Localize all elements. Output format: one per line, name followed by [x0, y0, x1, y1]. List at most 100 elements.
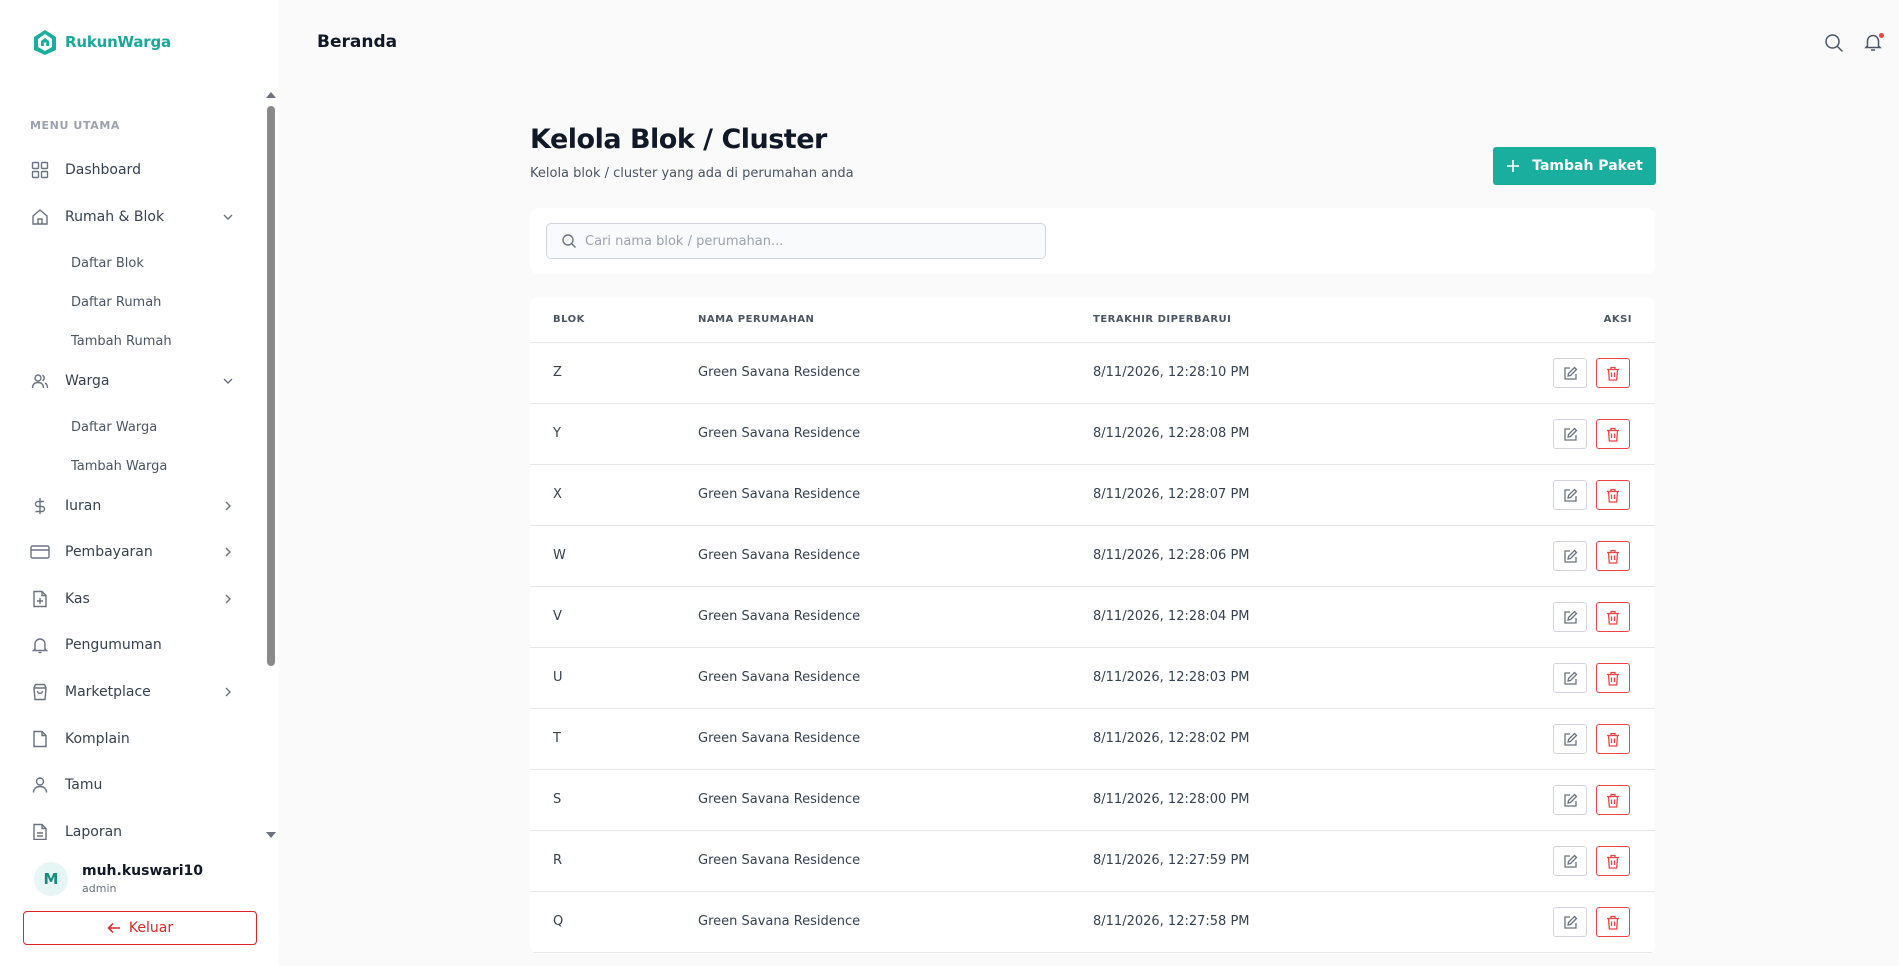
- sidebar-item-label: Pengumuman: [65, 637, 162, 653]
- cell-terakhir-diperbarui: 8/11/2026, 12:28:07 PM: [1093, 487, 1250, 502]
- delete-button[interactable]: [1596, 846, 1630, 876]
- home-icon: [30, 207, 50, 227]
- trash-icon: [1607, 366, 1619, 381]
- column-header-blok: BLOK: [553, 314, 585, 325]
- credit-card-icon: [30, 542, 50, 562]
- sidebar-item-label: Pembayaran: [65, 544, 153, 560]
- trash-icon: [1607, 854, 1619, 869]
- sidebar-item-label: Laporan: [65, 824, 123, 840]
- blok-table: BLOK NAMA PERUMAHAN TERAKHIR DIPERBARUI …: [530, 297, 1655, 954]
- chevron-right-icon: [225, 547, 231, 557]
- sidebar-item-marketplace[interactable]: Marketplace: [30, 677, 235, 707]
- delete-button[interactable]: [1596, 663, 1630, 693]
- sidebar-item-warga[interactable]: Warga: [30, 366, 235, 396]
- delete-button[interactable]: [1596, 602, 1630, 632]
- user-name: muh.kuswari10: [82, 863, 204, 879]
- sidebar-scrollbar[interactable]: [266, 92, 276, 838]
- chevron-right-icon: [225, 687, 231, 697]
- delete-button[interactable]: [1596, 541, 1630, 571]
- edit-button[interactable]: [1553, 846, 1587, 876]
- cell-blok: X: [553, 487, 562, 502]
- cell-terakhir-diperbarui: 8/11/2026, 12:28:04 PM: [1093, 609, 1250, 624]
- sidebar-subitem-daftar-blok[interactable]: Daftar Blok: [71, 254, 144, 274]
- edit-icon: [1563, 671, 1577, 685]
- chevron-down-icon: [223, 378, 233, 384]
- cell-nama-perumahan: Green Savana Residence: [698, 426, 861, 441]
- edit-icon: [1563, 793, 1577, 807]
- edit-button[interactable]: [1553, 358, 1587, 388]
- cell-terakhir-diperbarui: 8/11/2026, 12:28:10 PM: [1093, 365, 1250, 380]
- delete-button[interactable]: [1596, 785, 1630, 815]
- brand[interactable]: RukunWarga: [31, 28, 171, 56]
- add-package-button[interactable]: Tambah Paket: [1493, 147, 1656, 185]
- sidebar-subitem-tambah-rumah[interactable]: Tambah Rumah: [71, 332, 172, 352]
- brand-name: RukunWarga: [65, 33, 171, 51]
- column-header-aksi: AKSI: [1603, 314, 1632, 325]
- edit-button[interactable]: [1553, 602, 1587, 632]
- logout-button[interactable]: Keluar: [23, 911, 257, 945]
- sidebar-item-label: Rumah & Blok: [65, 209, 165, 225]
- sidebar-item-pengumuman[interactable]: Pengumuman: [30, 630, 235, 660]
- edit-button[interactable]: [1553, 541, 1587, 571]
- search-card: [530, 208, 1655, 274]
- cell-nama-perumahan: Green Savana Residence: [698, 487, 861, 502]
- table-row: Z Green Savana Residence 8/11/2026, 12:2…: [530, 343, 1655, 404]
- sidebar-item-label: Kas: [65, 591, 90, 607]
- sidebar-subitem-daftar-warga[interactable]: Daftar Warga: [71, 418, 157, 438]
- sidebar-item-rumah-blok[interactable]: Rumah & Blok: [30, 202, 235, 232]
- sidebar-item-laporan[interactable]: Laporan: [30, 817, 235, 840]
- sidebar-item-iuran[interactable]: Iuran: [30, 491, 235, 521]
- cell-nama-perumahan: Green Savana Residence: [698, 365, 861, 380]
- delete-button[interactable]: [1596, 724, 1630, 754]
- edit-icon: [1563, 610, 1577, 624]
- scrollbar-thumb[interactable]: [267, 106, 275, 666]
- sidebar-subitem-daftar-rumah[interactable]: Daftar Rumah: [71, 293, 161, 313]
- delete-button[interactable]: [1596, 358, 1630, 388]
- edit-button[interactable]: [1553, 785, 1587, 815]
- edit-button[interactable]: [1553, 907, 1587, 937]
- sidebar-item-pembayaran[interactable]: Pembayaran: [30, 537, 235, 567]
- notification-badge: [1879, 33, 1884, 38]
- edit-icon: [1563, 915, 1577, 929]
- column-header-terakhir-diperbarui: TERAKHIR DIPERBARUI: [1093, 314, 1232, 325]
- search-field[interactable]: [546, 223, 1046, 259]
- cell-blok: T: [553, 731, 561, 746]
- cell-terakhir-diperbarui: 8/11/2026, 12:28:08 PM: [1093, 426, 1250, 441]
- table-row: X Green Savana Residence 8/11/2026, 12:2…: [530, 465, 1655, 526]
- cell-blok: S: [553, 792, 562, 807]
- sidebar-item-komplain[interactable]: Komplain: [30, 724, 235, 754]
- delete-button[interactable]: [1596, 419, 1630, 449]
- cell-nama-perumahan: Green Savana Residence: [698, 731, 861, 746]
- sidebar-item-dashboard[interactable]: Dashboard: [30, 155, 235, 185]
- scroll-up-arrow-icon[interactable]: [266, 92, 276, 98]
- sidebar-item-label: Marketplace: [65, 684, 151, 700]
- logout-label: Keluar: [128, 920, 174, 936]
- search-input[interactable]: [585, 233, 1025, 249]
- sidebar-item-label: Komplain: [65, 731, 130, 747]
- add-button-label: Tambah Paket: [1532, 158, 1643, 174]
- sidebar-item-label: Tamu: [65, 777, 103, 793]
- cell-blok: R: [553, 853, 563, 868]
- arrow-left-icon: [107, 922, 120, 934]
- shopping-bag-icon: [30, 682, 50, 702]
- cell-terakhir-diperbarui: 8/11/2026, 12:28:03 PM: [1093, 670, 1250, 685]
- chevron-right-icon: [225, 501, 231, 511]
- delete-button[interactable]: [1596, 907, 1630, 937]
- delete-button[interactable]: [1596, 480, 1630, 510]
- chevron-down-icon: [223, 214, 233, 220]
- edit-button[interactable]: [1553, 663, 1587, 693]
- edit-button[interactable]: [1553, 480, 1587, 510]
- cell-terakhir-diperbarui: 8/11/2026, 12:27:58 PM: [1093, 914, 1250, 929]
- edit-icon: [1563, 854, 1577, 868]
- sidebar-item-tamu[interactable]: Tamu: [30, 770, 235, 800]
- edit-button[interactable]: [1553, 419, 1587, 449]
- edit-button[interactable]: [1553, 724, 1587, 754]
- sidebar-item-kas[interactable]: Kas: [30, 584, 235, 614]
- scroll-down-arrow-icon[interactable]: [266, 832, 276, 838]
- cell-nama-perumahan: Green Savana Residence: [698, 914, 861, 929]
- cell-nama-perumahan: Green Savana Residence: [698, 548, 861, 563]
- table-row: T Green Savana Residence 8/11/2026, 12:2…: [530, 709, 1655, 770]
- table-row: Y Green Savana Residence 8/11/2026, 12:2…: [530, 404, 1655, 465]
- sidebar-subitem-tambah-warga[interactable]: Tambah Warga: [71, 457, 167, 477]
- search-icon[interactable]: [1824, 33, 1844, 53]
